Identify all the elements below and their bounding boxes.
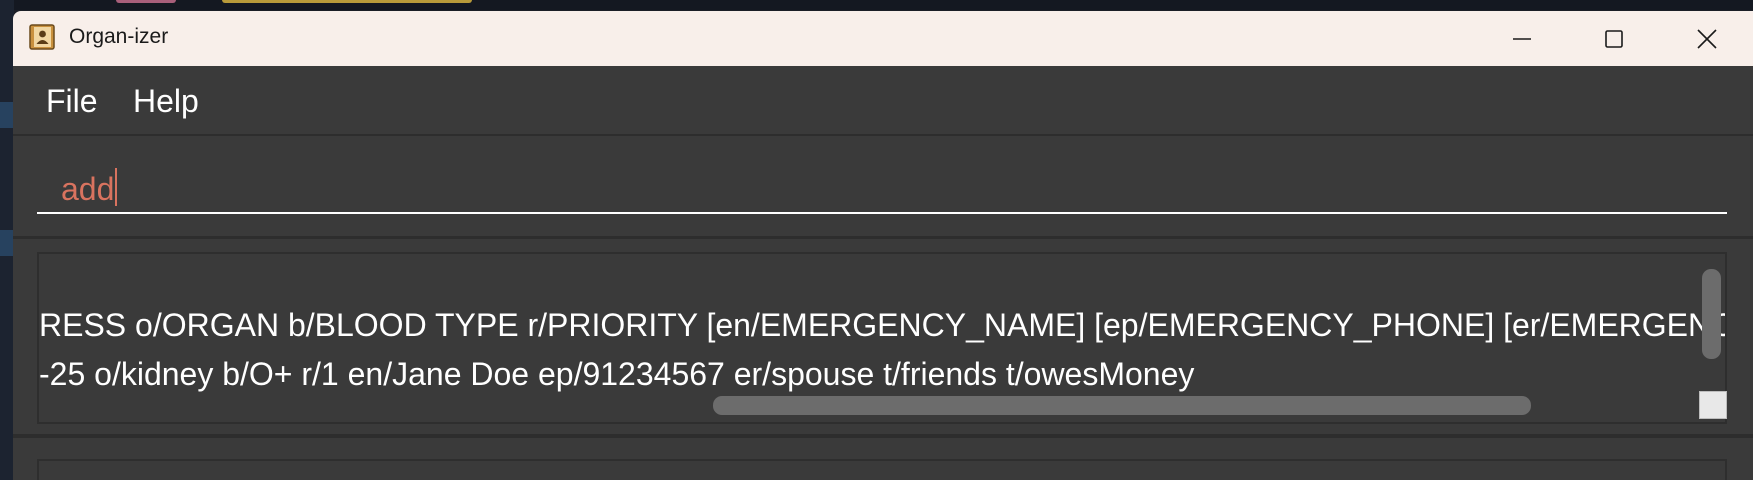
maximize-button[interactable] bbox=[1568, 11, 1660, 66]
desktop-background-tab bbox=[0, 230, 14, 256]
maximize-icon bbox=[1604, 29, 1624, 49]
person-list-panel bbox=[37, 459, 1727, 480]
vertical-scrollbar-thumb[interactable] bbox=[1702, 269, 1721, 359]
result-line-format: RESS o/ORGAN b/BLOOD TYPE r/PRIORITY [en… bbox=[39, 307, 1727, 343]
divider bbox=[13, 236, 1753, 239]
minimize-icon bbox=[1512, 29, 1532, 49]
menu-help[interactable]: Help bbox=[133, 83, 199, 120]
desktop-taskbar-pill bbox=[116, 0, 176, 3]
close-button[interactable] bbox=[1661, 11, 1753, 66]
horizontal-scrollbar-thumb[interactable] bbox=[713, 396, 1531, 415]
contact-book-icon bbox=[29, 24, 55, 50]
app-window: Organ-izer File Help add RESS o/ORGAN b/… bbox=[13, 11, 1753, 480]
command-input[interactable]: add bbox=[37, 154, 1727, 214]
text-caret bbox=[115, 168, 118, 206]
minimize-button[interactable] bbox=[1476, 11, 1568, 66]
window-title: Organ-izer bbox=[69, 25, 169, 48]
close-icon bbox=[1696, 28, 1718, 50]
command-box-panel: add bbox=[13, 136, 1753, 236]
desktop-taskbar-pill bbox=[222, 0, 472, 3]
result-line-example: -25 o/kidney b/O+ r/1 en/Jane Doe ep/912… bbox=[39, 356, 1195, 392]
desktop-background-tab bbox=[0, 102, 14, 128]
divider bbox=[13, 434, 1753, 438]
command-input-value: add bbox=[61, 171, 115, 207]
scrollbar-corner bbox=[1699, 391, 1727, 419]
command-input-text[interactable]: add bbox=[61, 168, 118, 208]
menu-file[interactable]: File bbox=[46, 83, 98, 120]
menu-bar: File Help bbox=[13, 66, 1753, 134]
title-bar[interactable]: Organ-izer bbox=[13, 11, 1753, 66]
